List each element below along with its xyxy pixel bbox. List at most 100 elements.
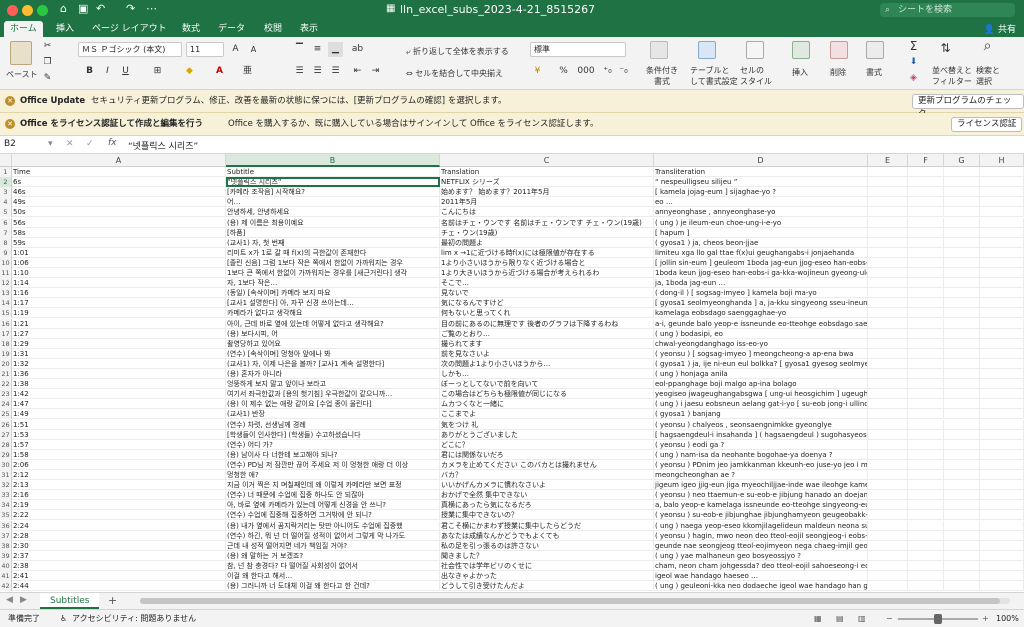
row-number[interactable]: 18 xyxy=(0,338,12,349)
prev-sheet-icon[interactable]: ◀ xyxy=(6,595,13,605)
tab-formulas[interactable]: 数式 xyxy=(176,21,206,37)
grid-cell[interactable]: いいかげんカメラに慣れなさいよ xyxy=(440,480,654,491)
grid-cell[interactable]: ぼーっとしてないで前を向いて xyxy=(440,379,654,390)
grid-cell[interactable]: chwal-yeongdanghago iss-eo-yo xyxy=(654,338,868,349)
grid-cell[interactable] xyxy=(908,560,944,571)
name-box[interactable]: B2 xyxy=(4,139,16,149)
grid-cell[interactable] xyxy=(868,550,908,561)
row-number[interactable]: 20 xyxy=(0,358,12,369)
grid-cell[interactable]: 1:16 xyxy=(12,288,226,299)
grid-cell[interactable]: 1:51 xyxy=(12,419,226,430)
grid-cell[interactable]: 2:41 xyxy=(12,571,226,582)
grid-cell[interactable] xyxy=(908,399,944,410)
column-header-f[interactable]: F xyxy=(908,154,944,167)
conditional-format-label[interactable]: 条件付き 書式 xyxy=(646,65,678,87)
align-center-icon[interactable]: ☰ xyxy=(310,64,325,79)
grid-cell[interactable]: 1:06 xyxy=(12,257,226,268)
grid-cell[interactable]: 2:38 xyxy=(12,560,226,571)
italic-icon[interactable]: I xyxy=(100,64,115,79)
grid-cell[interactable] xyxy=(944,449,980,460)
grid-cell[interactable]: ( gyosa1 ) banjang xyxy=(654,409,868,420)
grid-cell[interactable]: eol-ppanghage boji malgo ap-ina bolago xyxy=(654,379,868,390)
row-number[interactable]: 23 xyxy=(0,389,12,400)
paste-icon[interactable] xyxy=(10,41,32,65)
grid-cell[interactable]: 気になるんですけど xyxy=(440,298,654,309)
format-as-table-label[interactable]: テーブルと して書式設定 xyxy=(690,65,738,87)
borders-icon[interactable]: ⊞ xyxy=(150,64,165,79)
grid-cell[interactable]: 1:21 xyxy=(12,318,226,329)
grid-cell[interactable]: [ jollin sin-eum ] geuleom 1boda jag-eun… xyxy=(654,257,868,268)
grid-cell[interactable]: ( gyosa1 ) ja, ije ni-eun eul bolkka? [ … xyxy=(654,358,868,369)
row-number[interactable]: 5 xyxy=(0,207,12,218)
grid-cell[interactable] xyxy=(868,510,908,521)
grid-cell[interactable]: 私の足を引っ張るのは許さない xyxy=(440,540,654,551)
grid-cell[interactable] xyxy=(908,358,944,369)
fill-color-icon[interactable]: ◆ xyxy=(182,64,197,79)
grid-cell[interactable]: 何もないと思ってくれ xyxy=(440,308,654,319)
grid-cell[interactable] xyxy=(980,318,1024,329)
zoom-slider[interactable] xyxy=(898,614,978,624)
grid-cell[interactable] xyxy=(980,581,1024,592)
grid-cell[interactable]: 자, 1보다 작은… xyxy=(226,278,440,289)
grid-cell[interactable]: 1:36 xyxy=(12,369,226,380)
grid-cell[interactable] xyxy=(908,429,944,440)
grid-cell[interactable] xyxy=(944,409,980,420)
insert-cells-icon[interactable] xyxy=(792,41,810,59)
format-as-table-icon[interactable] xyxy=(698,41,716,59)
more-icon[interactable]: ⋯ xyxy=(146,2,157,15)
row-number[interactable]: 3 xyxy=(0,187,12,198)
row-number[interactable]: 6 xyxy=(0,217,12,228)
grid-cell[interactable]: (연수) PD님 저 잠깐만 끊어 주세요 저 이 멍청한 애랑 더 이상 xyxy=(226,459,440,470)
grid-cell[interactable]: (교사1) 반장 xyxy=(226,409,440,420)
grid-cell[interactable] xyxy=(908,288,944,299)
wrap-text-button[interactable]: ⤶ 折り返して全体を表示する xyxy=(406,46,509,57)
delete-cells-label[interactable]: 削除 xyxy=(830,67,846,78)
column-header-a[interactable]: A xyxy=(12,154,226,167)
grid-cell[interactable]: ( ung ) i jaesu eobsneun aelang gat-i-yo… xyxy=(654,399,868,410)
grid-cell[interactable]: ( yeonsu ) eodi ga ? xyxy=(654,439,868,450)
grid-cell[interactable]: (용) 그러니까 너 도대체 이걸 왜 한다고 한 건데? xyxy=(226,581,440,592)
grid-cell[interactable] xyxy=(868,429,908,440)
row-number[interactable]: 12 xyxy=(0,278,12,289)
grid-cell[interactable] xyxy=(980,449,1024,460)
grid-cell[interactable] xyxy=(868,490,908,501)
grid-cell[interactable]: 1:19 xyxy=(12,308,226,319)
grid-cell[interactable] xyxy=(944,217,980,228)
bold-icon[interactable]: B xyxy=(82,64,97,79)
clear-icon[interactable]: ◈ xyxy=(906,71,921,86)
font-name-select[interactable]: ＭＳ Ｐゴシック (本文) xyxy=(78,42,182,57)
row-number[interactable]: 25 xyxy=(0,409,12,420)
grid-cell[interactable]: 1:47 xyxy=(12,399,226,410)
check-updates-button[interactable]: 更新プログラムのチェック xyxy=(912,94,1024,119)
cell-styles-label[interactable]: セルの スタイル xyxy=(740,65,772,87)
grid-cell[interactable] xyxy=(908,338,944,349)
grid-cell[interactable]: ( ung ) naega yeop-eseo kkomjilagelideun… xyxy=(654,520,868,531)
grid-cell[interactable]: (용) 남이사 다 너한테 보고해야 되나? xyxy=(226,449,440,460)
grid-cell[interactable] xyxy=(908,187,944,198)
grid-cell[interactable]: (연수) 너 때문에 수업에 집중 하나도 안 되잖아 xyxy=(226,490,440,501)
grid-cell[interactable] xyxy=(980,459,1024,470)
grid-cell[interactable]: [ gyosa1 seolmyeonghanda ] a, ja-kku sin… xyxy=(654,298,868,309)
grid-cell[interactable]: ( dong-il ) [ sogsag-imyeo ] kamela boji… xyxy=(654,288,868,299)
grid-cell[interactable]: 2:37 xyxy=(12,550,226,561)
tab-review[interactable]: 校閲 xyxy=(258,21,288,37)
grid-cell[interactable] xyxy=(908,298,944,309)
fill-down-icon[interactable]: ⬇ xyxy=(906,55,921,70)
delete-cells-icon[interactable] xyxy=(830,41,848,59)
grid-cell[interactable]: 見ないで xyxy=(440,288,654,299)
share-button[interactable]: 👤 共有 xyxy=(984,22,1016,35)
grid-cell[interactable] xyxy=(944,389,980,400)
grid-cell[interactable]: 名前はチェ・ウンです 名前はチェ・ウンです チェ・ウン(19歳) xyxy=(440,217,654,228)
row-number[interactable]: 1 xyxy=(0,167,12,178)
grid-cell[interactable] xyxy=(868,318,908,329)
grid-cell[interactable] xyxy=(980,439,1024,450)
grid-cell[interactable] xyxy=(980,187,1024,198)
home-icon[interactable]: ⌂ xyxy=(60,2,67,15)
grid-cell[interactable]: [ kamela jojag-eum ] sijaghae-yo ? xyxy=(654,187,868,198)
grid-cell[interactable]: チェ・ウン(19歳) xyxy=(440,227,654,238)
grid-cell[interactable]: [카메라 조작음] 시작해요? xyxy=(226,187,440,198)
number-format-select[interactable]: 標準 xyxy=(530,42,626,57)
grid-cell[interactable]: 2:44 xyxy=(12,581,226,592)
grid-cell[interactable]: 前を見なさいよ xyxy=(440,348,654,359)
align-bottom-icon[interactable]: ▁ xyxy=(328,42,343,57)
